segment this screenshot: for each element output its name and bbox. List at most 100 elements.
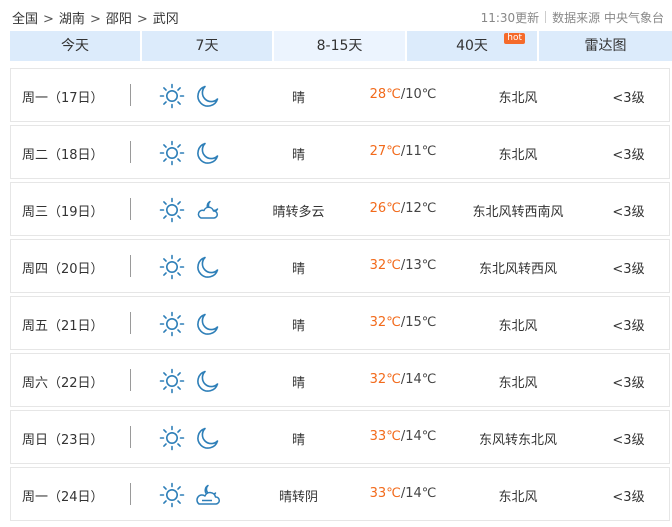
tab-8-15-days-label: 8-15天: [316, 38, 363, 54]
weather-description: 晴转多云: [272, 205, 325, 220]
temperature: 26℃/12℃: [363, 201, 443, 216]
moon-icon: [195, 425, 221, 451]
cloudy-night-icon: [195, 197, 221, 223]
high-temp: 32℃: [369, 372, 401, 387]
wind-level: <3级: [612, 490, 645, 505]
weather-description: 晴: [291, 376, 305, 391]
high-temp: 33℃: [369, 486, 401, 501]
temperature: 28℃/10℃: [363, 87, 443, 102]
forecast-row: 周二（18日） 晴 27℃/11℃ 东北风 <3级: [10, 125, 670, 179]
temperature: 32℃/14℃: [363, 372, 443, 387]
day-label: 周五（21日）: [22, 319, 104, 334]
tab-today[interactable]: 今天: [10, 31, 140, 61]
tab-radar[interactable]: 雷达图: [539, 31, 672, 61]
day-label: 周一（24日）: [22, 490, 104, 505]
row-divider: [130, 198, 131, 220]
breadcrumb-separator: >: [89, 12, 101, 27]
high-temp: 33℃: [369, 429, 401, 444]
wind-direction: 东风转东北风: [478, 433, 557, 448]
breadcrumb-county: 武冈: [152, 12, 179, 27]
wind-direction: 东北风: [498, 490, 538, 505]
high-temp: 26℃: [369, 201, 401, 216]
moon-icon: [195, 254, 221, 280]
breadcrumb-country[interactable]: 全国: [12, 12, 38, 27]
wind-direction: 东北风: [498, 148, 538, 163]
forecast-tabs: 今天 7天 8-15天 40天 hot 雷达图: [10, 31, 672, 61]
top-bar: 全国 > 湖南 > 邵阳 > 武冈 11:30更新 数据来源 中央气象台: [0, 0, 672, 30]
update-time: 11:30更新: [480, 11, 540, 25]
forecast-row: 周三（19日） 晴转多云 26℃/12℃ 东北风转西南风 <3级: [10, 182, 670, 236]
day-label: 周六（22日）: [22, 376, 104, 391]
breadcrumb-city[interactable]: 邵阳: [106, 12, 132, 27]
weather-description: 晴: [291, 148, 305, 163]
breadcrumb: 全国 > 湖南 > 邵阳 > 武冈: [12, 8, 179, 27]
hot-badge: hot: [504, 33, 525, 44]
wind-direction: 东北风: [498, 91, 538, 106]
row-divider: [130, 483, 131, 505]
wind-direction: 东北风: [498, 319, 538, 334]
wind-level: <3级: [612, 433, 645, 448]
forecast-row: 周四（20日） 晴 32℃/13℃ 东北风转西风 <3级: [10, 239, 670, 293]
wind-level: <3级: [612, 319, 645, 334]
temperature: 33℃/14℃: [363, 429, 443, 444]
update-info: 11:30更新 数据来源 中央气象台: [481, 9, 664, 26]
breadcrumb-province[interactable]: 湖南: [59, 12, 85, 27]
tab-8-15-days[interactable]: 8-15天: [274, 31, 405, 61]
low-temp: /14℃: [400, 486, 437, 501]
high-temp: 28℃: [369, 87, 401, 102]
forecast-row: 周一（24日） 晴转阴 33℃/14℃ 东北风 <3级: [10, 467, 670, 521]
meta-divider: [545, 11, 547, 23]
low-temp: /15℃: [400, 315, 437, 330]
day-label: 周日（23日）: [22, 433, 104, 448]
wind-direction: 东北风转西风: [478, 262, 557, 277]
low-temp: /12℃: [400, 201, 437, 216]
sun-icon: [159, 197, 185, 223]
row-divider: [130, 141, 131, 163]
tab-40-days-label: 40天: [456, 38, 488, 54]
overcast-night-icon: [195, 482, 221, 508]
tab-7-days[interactable]: 7天: [142, 31, 272, 61]
high-temp: 32℃: [369, 315, 401, 330]
low-temp: /11℃: [400, 144, 437, 159]
tab-today-label: 今天: [61, 38, 89, 54]
temperature: 32℃/15℃: [363, 315, 443, 330]
forecast-row: 周一（17日） 晴 28℃/10℃ 东北风 <3级: [10, 68, 670, 122]
day-label: 周四（20日）: [22, 262, 104, 277]
low-temp: /13℃: [400, 258, 437, 273]
row-divider: [130, 369, 131, 391]
day-label: 周三（19日）: [22, 205, 104, 220]
tab-40-days[interactable]: 40天 hot: [407, 31, 537, 61]
forecast-row: 周日（23日） 晴 33℃/14℃ 东风转东北风 <3级: [10, 410, 670, 464]
wind-direction: 东北风: [498, 376, 538, 391]
temperature: 27℃/11℃: [363, 144, 443, 159]
sun-icon: [159, 482, 185, 508]
row-divider: [130, 84, 131, 106]
moon-icon: [195, 83, 221, 109]
row-divider: [130, 255, 131, 277]
sun-icon: [159, 140, 185, 166]
day-label: 周一（17日）: [22, 91, 104, 106]
breadcrumb-separator: >: [43, 12, 54, 27]
weather-description: 晴: [291, 319, 305, 334]
row-divider: [130, 312, 131, 334]
weather-description: 晴转阴: [278, 490, 318, 505]
high-temp: 32℃: [369, 258, 401, 273]
moon-icon: [195, 368, 221, 394]
wind-level: <3级: [612, 205, 645, 220]
breadcrumb-separator: >: [136, 12, 148, 27]
wind-level: <3级: [612, 376, 645, 391]
weather-description: 晴: [291, 91, 305, 106]
tab-7-days-label: 7天: [195, 38, 219, 54]
temperature: 32℃/13℃: [363, 258, 443, 273]
wind-level: <3级: [612, 148, 645, 163]
moon-icon: [195, 140, 221, 166]
tab-radar-label: 雷达图: [584, 38, 627, 54]
weather-description: 晴: [291, 433, 305, 448]
high-temp: 27℃: [369, 144, 401, 159]
sun-icon: [159, 425, 185, 451]
wind-level: <3级: [612, 91, 645, 106]
low-temp: /14℃: [400, 429, 437, 444]
low-temp: /14℃: [400, 372, 437, 387]
wind-level: <3级: [612, 262, 645, 277]
row-divider: [130, 426, 131, 448]
